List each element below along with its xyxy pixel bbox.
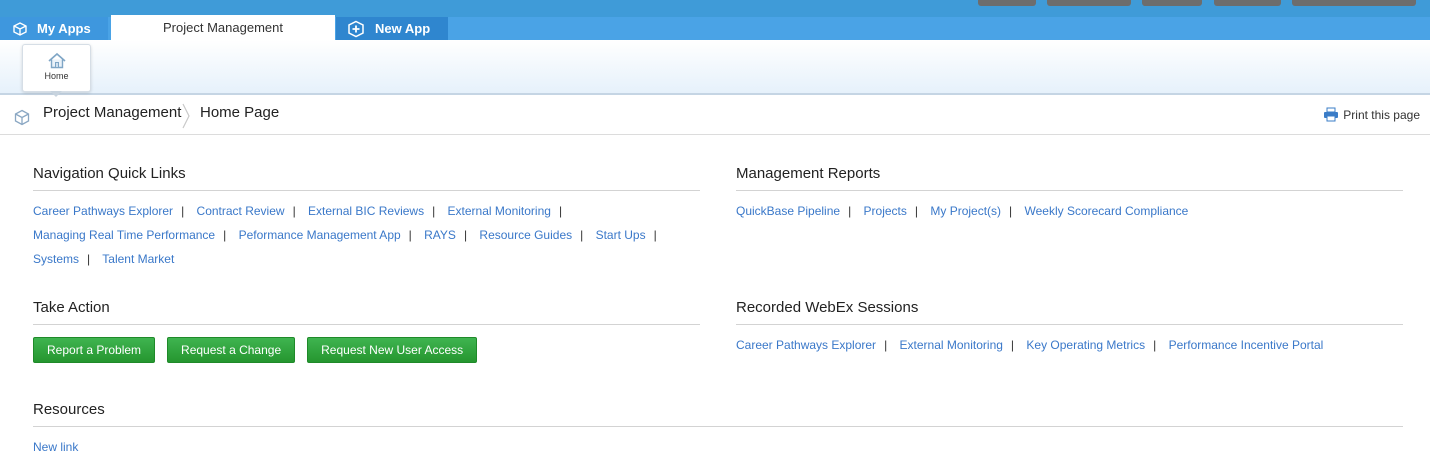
home-button-label: Home	[44, 71, 69, 81]
webex-sessions-section: Recorded WebEx Sessions Career Pathways …	[736, 299, 1403, 357]
quick-link[interactable]: Start Ups	[596, 228, 646, 242]
webex-link[interactable]: Performance Incentive Portal	[1169, 338, 1324, 352]
app-tab-bar: My Apps Project Management New App	[0, 15, 1430, 40]
link-separator: |	[87, 252, 91, 266]
link-separator: |	[580, 228, 584, 242]
tab-my-apps-label: My Apps	[37, 21, 91, 36]
webex-link[interactable]: External Monitoring	[900, 338, 1003, 352]
link-separator: |	[408, 228, 412, 242]
management-reports-section: Management Reports QuickBase Pipeline | P…	[736, 165, 1403, 223]
tab-project-management-label: Project Management	[163, 20, 283, 35]
link-separator: |	[914, 204, 919, 218]
request-change-button[interactable]: Request a Change	[167, 337, 296, 363]
breadcrumb-current-page: Home Page	[200, 104, 280, 121]
link-separator: |	[292, 204, 296, 218]
quick-link[interactable]: Talent Market	[102, 252, 174, 266]
report-link[interactable]: My Project(s)	[930, 204, 1001, 218]
link-separator: |	[463, 228, 468, 242]
link-separator: |	[1009, 204, 1013, 218]
link-separator: |	[432, 204, 436, 218]
tab-project-management[interactable]: Project Management	[111, 15, 335, 40]
add-cube-icon	[348, 20, 364, 37]
quick-link[interactable]: RAYS	[424, 228, 456, 242]
resource-link[interactable]: New link	[33, 440, 78, 452]
link-separator: |	[848, 204, 852, 218]
header-button[interactable]	[1047, 0, 1131, 6]
report-problem-button[interactable]: Report a Problem	[33, 337, 156, 363]
quick-link[interactable]: External Monitoring	[448, 204, 551, 218]
print-page-label: Print this page	[1343, 107, 1420, 122]
navigation-quick-links-section: Navigation Quick Links Career Pathways E…	[33, 165, 700, 271]
link-separator: |	[653, 228, 657, 242]
link-separator: |	[223, 228, 227, 242]
breadcrumb-app-link[interactable]: Project Management	[43, 104, 181, 121]
breadcrumb: Project Management Home Page Print this …	[0, 97, 1430, 135]
link-separator: |	[1010, 338, 1015, 352]
quick-links-list: Career Pathways Explorer | Contract Revie…	[33, 199, 700, 271]
home-button[interactable]: Home	[22, 44, 91, 92]
quick-link[interactable]: Career Pathways Explorer	[33, 204, 173, 218]
quick-link[interactable]: Peformance Management App	[239, 228, 401, 242]
tab-new-app-label: New App	[375, 21, 431, 36]
app-cube-icon	[14, 109, 30, 126]
action-buttons: Report a Problem Request a Change Reques…	[33, 337, 700, 363]
resources-list: New link	[33, 435, 1403, 452]
webex-link[interactable]: Key Operating Metrics	[1026, 338, 1145, 352]
quick-link[interactable]: Resource Guides	[479, 228, 572, 242]
webex-sessions-list: Career Pathways Explorer | External Monit…	[736, 333, 1403, 357]
section-title: Management Reports	[736, 165, 1403, 191]
section-title: Resources	[33, 401, 1403, 427]
management-reports-list: QuickBase Pipeline | Projects | My Project…	[736, 199, 1403, 223]
home-icon	[47, 52, 66, 69]
report-link[interactable]: Weekly Scorecard Compliance	[1025, 204, 1189, 218]
report-link[interactable]: QuickBase Pipeline	[736, 204, 840, 218]
link-separator: |	[558, 204, 563, 218]
request-user-access-button[interactable]: Request New User Access	[307, 337, 478, 363]
link-separator: |	[1153, 338, 1157, 352]
resources-section: Resources New link	[33, 401, 1403, 452]
link-separator: |	[181, 204, 185, 218]
cube-icon	[13, 21, 27, 36]
quick-link[interactable]: Managing Real Time Performance	[33, 228, 215, 242]
header-button[interactable]	[1214, 0, 1281, 6]
take-action-section: Take Action Report a Problem Request a C…	[33, 299, 700, 363]
header-button[interactable]	[978, 0, 1036, 6]
report-link[interactable]: Projects	[864, 204, 907, 218]
webex-link[interactable]: Career Pathways Explorer	[736, 338, 876, 352]
print-page-link[interactable]: Print this page	[1323, 107, 1420, 122]
header-button[interactable]	[1292, 0, 1416, 6]
section-title: Navigation Quick Links	[33, 165, 700, 191]
tab-new-app[interactable]: New App	[336, 17, 448, 40]
header-button[interactable]	[1142, 0, 1202, 6]
quick-link[interactable]: Systems	[33, 252, 79, 266]
chevron-right-icon	[182, 103, 190, 129]
quick-link[interactable]: External BIC Reviews	[308, 204, 424, 218]
ribbon-toolbar	[0, 40, 1430, 95]
printer-icon	[1324, 107, 1339, 122]
link-separator: |	[884, 338, 888, 352]
quick-link[interactable]: Contract Review	[197, 204, 285, 218]
tab-my-apps[interactable]: My Apps	[0, 17, 108, 40]
section-title: Recorded WebEx Sessions	[736, 299, 1403, 325]
section-title: Take Action	[33, 299, 700, 325]
